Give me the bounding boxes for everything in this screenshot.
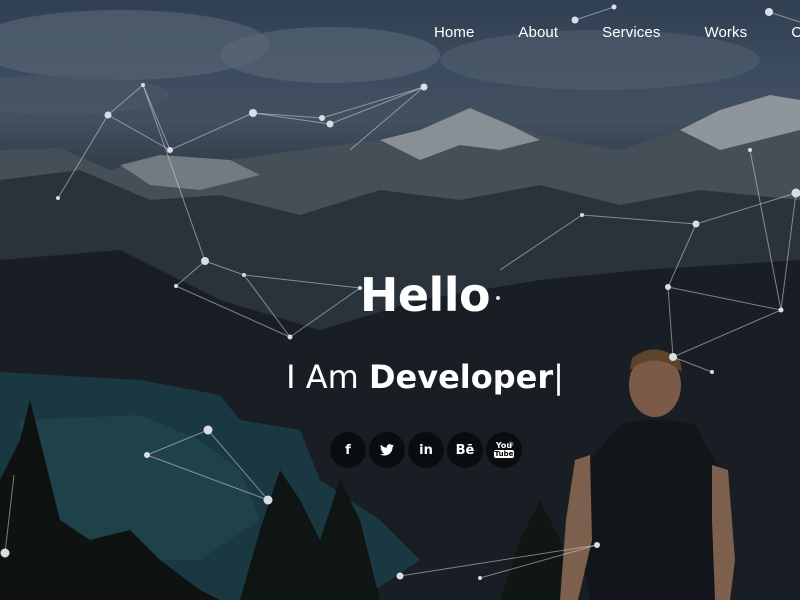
typing-cursor: |	[553, 358, 564, 396]
behance-button[interactable]: Bē	[447, 432, 483, 468]
nav-services-link[interactable]: Services	[602, 24, 660, 41]
facebook-icon: f	[345, 442, 351, 458]
hero-subtitle-prefix: I Am	[286, 358, 369, 396]
hero-subtitle: I Am Developer|	[0, 358, 800, 396]
nav-about-link[interactable]: About	[518, 24, 558, 41]
twitter-button[interactable]	[369, 432, 405, 468]
main-nav: Home About Services Works C	[434, 24, 800, 41]
behance-icon: Bē	[455, 442, 475, 458]
facebook-button[interactable]: f	[330, 432, 366, 468]
youtube-button[interactable]: You Tube	[486, 432, 522, 468]
nav-works-link[interactable]: Works	[704, 24, 747, 41]
hero-title: Hello	[359, 268, 491, 322]
linkedin-button[interactable]: in	[408, 432, 444, 468]
hero-subtitle-role: Developer	[368, 358, 554, 396]
nav-home-link[interactable]: Home	[434, 24, 474, 41]
youtube-icon: You Tube	[493, 441, 515, 458]
twitter-icon	[380, 444, 394, 456]
linkedin-icon: in	[419, 442, 433, 458]
social-links: f in Bē You Tube	[330, 432, 525, 468]
nav-contact-link[interactable]: C	[791, 24, 800, 41]
